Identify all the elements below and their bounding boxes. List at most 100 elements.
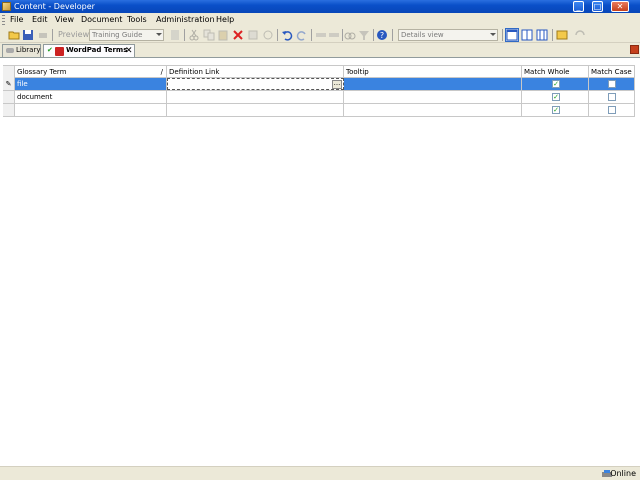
column-header-label: Glossary Term — [17, 68, 67, 76]
print-icon[interactable] — [37, 29, 49, 41]
toolbar-separator — [552, 29, 553, 41]
table-row-new[interactable]: ✓ — [3, 104, 635, 117]
toolbar-separator — [342, 29, 343, 41]
document-tabs: Library ✔ WordPad Terms ✕ — [0, 43, 640, 58]
row-selector — [3, 104, 15, 116]
match-whole-word-checkbox[interactable]: ✓ — [552, 80, 560, 88]
column-header-tooltip[interactable]: Tooltip — [344, 66, 522, 78]
column-header-match-case[interactable]: Match Case — [589, 66, 635, 78]
outline-combo-value: Training Guide — [92, 31, 143, 39]
find-icon[interactable] — [344, 29, 356, 41]
glossary-term-cell[interactable] — [15, 104, 167, 116]
toolbar-separator — [277, 29, 278, 41]
definition-link-cell[interactable] — [167, 104, 344, 116]
tab-wordpad-terms[interactable]: ✔ WordPad Terms ✕ — [43, 44, 135, 58]
filter-icon[interactable] — [358, 29, 370, 41]
tab-close-icon[interactable]: ✕ — [125, 46, 133, 56]
open-icon[interactable] — [8, 29, 20, 41]
match-case-cell — [589, 91, 635, 103]
column-header-definition-link[interactable]: Definition Link — [167, 66, 344, 78]
save-icon[interactable] — [22, 29, 34, 41]
view-combo-value: Details view — [401, 31, 444, 39]
preview-button[interactable]: Preview — [58, 30, 89, 40]
delete-icon[interactable] — [232, 29, 244, 41]
layout-split-horizontal-button[interactable] — [520, 28, 534, 42]
app-icon — [2, 2, 11, 11]
glossary-grid: Glossary Term / Definition Link Tooltip … — [0, 57, 640, 466]
glossary-icon — [55, 47, 64, 56]
toolbar-separator — [373, 29, 374, 41]
layout-icon — [506, 29, 518, 41]
column-header-glossary-term[interactable]: Glossary Term / — [15, 66, 167, 78]
menu-document[interactable]: Document — [81, 15, 122, 25]
cut-icon[interactable] — [188, 29, 200, 41]
match-whole-word-checkbox[interactable]: ✓ — [552, 93, 560, 101]
tab-wordpad-terms-label: WordPad Terms — [66, 46, 128, 54]
layout-icon — [521, 29, 533, 41]
definition-link-cell[interactable]: ... — [167, 78, 344, 90]
minimize-button[interactable]: _ — [573, 1, 584, 12]
chevron-down-icon — [490, 33, 496, 36]
check-icon: ✔ — [47, 46, 53, 54]
tooltip-cell[interactable] — [344, 104, 522, 116]
outline-combo[interactable]: Training Guide — [89, 29, 164, 41]
toolbar-separator — [311, 29, 312, 41]
match-whole-word-cell: ✓ — [522, 78, 589, 90]
glossary-term-cell[interactable]: file — [15, 78, 167, 90]
glossary-term-cell[interactable]: document — [15, 91, 167, 103]
match-case-checkbox[interactable] — [608, 93, 616, 101]
close-button[interactable]: ✕ — [611, 1, 629, 12]
table-row[interactable]: ✎ file ... ✓ — [3, 78, 635, 91]
match-whole-word-checkbox[interactable]: ✓ — [552, 106, 560, 114]
row-selector — [3, 91, 15, 103]
paste-icon[interactable] — [217, 29, 229, 41]
maximize-button[interactable]: □ — [592, 1, 603, 12]
definition-link-cell[interactable] — [167, 91, 344, 103]
indent-icon[interactable] — [315, 29, 327, 41]
tooltip-cell[interactable] — [344, 78, 522, 90]
menu-bar: File Edit View Document Tools Administra… — [0, 13, 640, 27]
copy-icon[interactable] — [203, 29, 215, 41]
menu-view[interactable]: View — [55, 15, 74, 25]
help-icon[interactable]: ? — [376, 29, 388, 41]
properties-icon[interactable] — [247, 29, 259, 41]
tab-library-label: Library — [16, 46, 41, 54]
header-selector-cell — [3, 66, 15, 78]
status-bar: Online — [0, 466, 640, 480]
match-case-checkbox[interactable] — [608, 80, 616, 88]
refresh-icon[interactable] — [574, 29, 586, 41]
toolbar-separator — [392, 29, 393, 41]
window-title: Content - Developer — [14, 2, 95, 11]
sort-indicator-icon: / — [160, 68, 163, 76]
close-document-button[interactable] — [630, 45, 639, 54]
undo-icon[interactable] — [281, 29, 293, 41]
menu-help[interactable]: Help — [216, 15, 234, 25]
outdent-icon[interactable] — [328, 29, 340, 41]
row-edit-icon: ✎ — [3, 78, 15, 90]
redo-icon[interactable] — [296, 29, 308, 41]
toolbar-separator — [502, 29, 503, 41]
window-icon[interactable] — [556, 29, 568, 41]
table-row[interactable]: document ✓ — [3, 91, 635, 104]
menu-tools[interactable]: Tools — [127, 15, 147, 25]
browse-link-button[interactable]: ... — [332, 80, 342, 89]
link-icon[interactable] — [262, 29, 274, 41]
layout-single-pane-button[interactable] — [505, 28, 519, 42]
column-header-match-whole-word[interactable]: Match Whole Word — [522, 66, 589, 88]
match-case-checkbox[interactable] — [608, 106, 616, 114]
layout-icon — [536, 29, 548, 41]
toolbar-separator — [52, 29, 53, 41]
svg-text:?: ? — [380, 31, 384, 40]
tab-library[interactable]: Library — [2, 44, 41, 57]
menu-edit[interactable]: Edit — [32, 15, 48, 25]
tooltip-cell[interactable] — [344, 91, 522, 103]
title-bar: Content - Developer _ □ ✕ — [0, 0, 640, 13]
menu-file[interactable]: File — [10, 15, 23, 25]
toolbar: Preview Training Guide ? Details view — [0, 27, 640, 43]
match-whole-word-cell: ✓ — [522, 104, 589, 116]
document-icon[interactable] — [169, 29, 181, 41]
view-combo[interactable]: Details view — [398, 29, 498, 41]
layout-split-vertical-button[interactable] — [535, 28, 549, 42]
match-whole-word-cell: ✓ — [522, 91, 589, 103]
menu-administration[interactable]: Administration — [156, 15, 215, 25]
